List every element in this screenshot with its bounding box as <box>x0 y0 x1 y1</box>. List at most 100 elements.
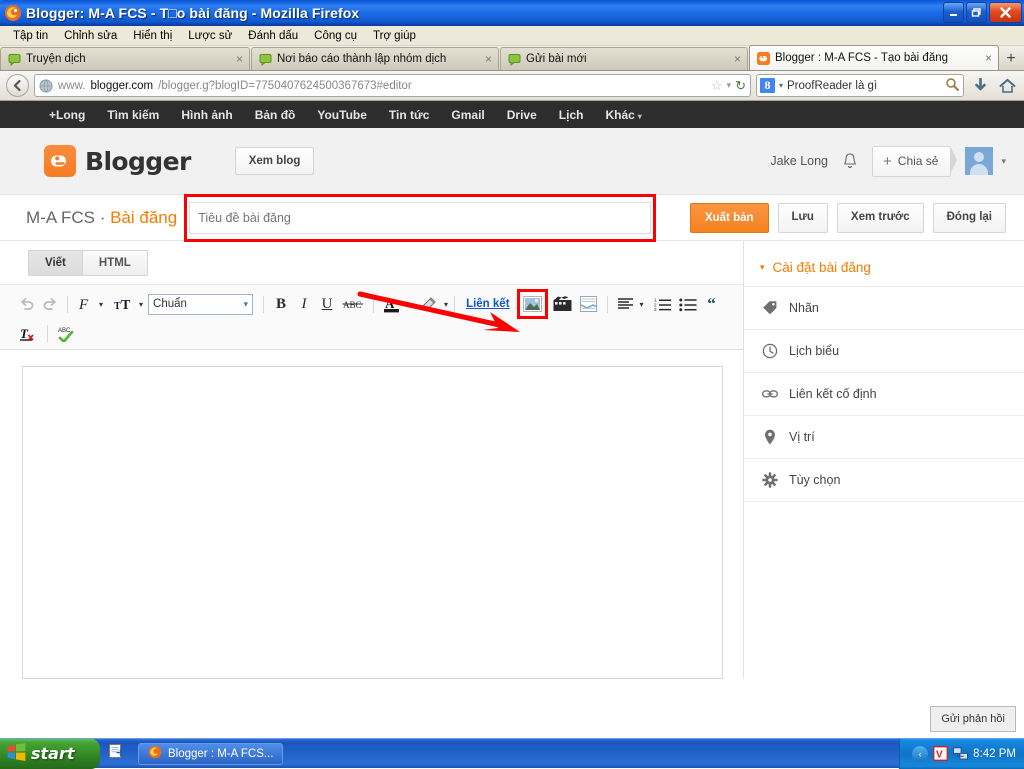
network-icon[interactable] <box>953 746 968 761</box>
show-hidden-icons-button[interactable]: ‹ <box>912 746 928 762</box>
chevron-down-icon[interactable]: ▾ <box>1001 156 1006 167</box>
bold-icon[interactable]: B <box>270 292 292 316</box>
gbar-item-youtube[interactable]: YouTube <box>306 108 378 122</box>
strikethrough-icon[interactable]: ABC <box>339 292 367 316</box>
post-settings-header[interactable]: ▾ Cài đặt bài đăng <box>744 251 1024 287</box>
bookmark-star-icon[interactable]: ☆ <box>711 78 723 94</box>
downloads-icon[interactable] <box>969 75 991 97</box>
chevron-down-icon[interactable]: ▾ <box>406 300 410 309</box>
italic-icon[interactable]: I <box>293 292 315 316</box>
gbar-item-maps[interactable]: Bản đồ <box>244 108 307 122</box>
blogger-logo[interactable]: Blogger <box>44 145 191 177</box>
browser-tab-label: Nơi báo cáo thành lập nhóm dịch <box>277 53 446 65</box>
post-body-editor[interactable] <box>22 366 723 679</box>
menu-item-view[interactable]: Hiển thị <box>126 28 179 44</box>
sidebar-item-location[interactable]: Vị trí <box>744 416 1024 459</box>
close-post-button[interactable]: Đóng lại <box>933 203 1006 233</box>
tab-close-icon[interactable]: × <box>985 51 992 65</box>
numbered-list-icon[interactable]: 123 <box>651 292 675 316</box>
gbar-item-calendar[interactable]: Lịch <box>548 108 595 122</box>
gbar-item-images[interactable]: Hình ảnh <box>170 108 243 122</box>
menu-item-help[interactable]: Trợ giúp <box>366 28 423 44</box>
align-icon[interactable] <box>614 292 637 316</box>
chevron-down-icon[interactable]: ▾ <box>99 300 103 309</box>
taskbar-item-firefox[interactable]: Blogger : M-A FCS... <box>138 743 283 765</box>
browser-tab-2[interactable]: Nơi báo cáo thành lập nhóm dịch × <box>251 47 499 70</box>
sidebar-item-schedule[interactable]: Lịch biểu <box>744 330 1024 373</box>
insert-image-icon[interactable] <box>520 292 545 316</box>
taskbar-clock[interactable]: 8:42 PM <box>973 748 1016 760</box>
insert-video-icon[interactable] <box>550 292 575 316</box>
gbar-item-drive[interactable]: Drive <box>496 108 548 122</box>
view-blog-button[interactable]: Xem blog <box>235 147 315 175</box>
text-color-icon[interactable]: A <box>380 292 403 316</box>
browser-tab-1[interactable]: Truyện dịch × <box>0 47 250 70</box>
url-bar[interactable]: www.blogger.com/blogger.g?blogID=7750407… <box>34 74 751 97</box>
chevron-down-icon[interactable]: ▾ <box>640 300 644 309</box>
spellcheck-icon[interactable]: ABC <box>54 321 80 345</box>
blockquote-icon[interactable]: “ <box>701 292 723 316</box>
editor-column: Viết HTML F ▾ TT ▾ Chuẩn ▾ <box>0 241 744 679</box>
paragraph-style-select[interactable]: Chuẩn ▾ <box>148 294 253 315</box>
font-size-icon[interactable]: TT <box>110 292 136 316</box>
send-feedback-button[interactable]: Gửi phản hồi <box>930 706 1016 732</box>
search-icon[interactable] <box>945 77 960 95</box>
page-icon <box>259 53 272 66</box>
gbar-item-news[interactable]: Tin tức <box>378 108 440 122</box>
browser-tab-3[interactable]: Gửi bài mới × <box>500 47 748 70</box>
search-input[interactable]: ProofReader là gì <box>787 80 877 92</box>
back-button[interactable] <box>6 74 29 97</box>
new-tab-button[interactable]: + <box>1000 48 1022 70</box>
close-button[interactable] <box>989 2 1022 23</box>
post-title-input[interactable] <box>189 202 651 234</box>
publish-button[interactable]: Xuất bản <box>690 203 769 233</box>
sidebar-item-labels[interactable]: Nhãn <box>744 287 1024 330</box>
tab-close-icon[interactable]: × <box>734 52 741 66</box>
menu-item-history[interactable]: Lược sử <box>181 28 239 44</box>
redo-icon[interactable] <box>39 292 61 316</box>
tab-html[interactable]: HTML <box>83 250 148 276</box>
firefox-menubar: Tập tin Chỉnh sửa Hiển thị Lược sử Đánh … <box>0 26 1024 46</box>
menu-item-file[interactable]: Tập tin <box>6 28 55 44</box>
restore-button[interactable] <box>966 2 987 23</box>
save-button[interactable]: Lưu <box>778 203 828 233</box>
chevron-down-icon[interactable]: ▾ <box>779 81 783 90</box>
font-family-icon[interactable]: F <box>74 292 96 316</box>
gbar-item-gmail[interactable]: Gmail <box>440 108 495 122</box>
bulleted-list-icon[interactable] <box>676 292 700 316</box>
quicklaunch-icon[interactable] <box>108 743 124 764</box>
share-button[interactable]: + Chia sẻ <box>872 146 951 177</box>
toolbar-separator <box>607 296 608 313</box>
insert-jump-break-icon[interactable] <box>576 292 601 316</box>
tab-compose[interactable]: Viết <box>28 250 83 276</box>
menu-item-tools[interactable]: Công cụ <box>307 28 364 44</box>
tab-close-icon[interactable]: × <box>485 52 492 66</box>
gbar-item-search[interactable]: Tìm kiếm <box>96 108 170 122</box>
preview-button[interactable]: Xem trước <box>837 203 924 233</box>
notification-bell-icon[interactable] <box>842 152 858 170</box>
undo-icon[interactable] <box>16 292 38 316</box>
underline-icon[interactable]: U <box>316 292 338 316</box>
remove-formatting-icon[interactable]: T <box>16 321 41 345</box>
tab-close-icon[interactable]: × <box>236 52 243 66</box>
sidebar-item-permalink[interactable]: Liên kết cố định <box>744 373 1024 416</box>
chevron-down-icon[interactable]: ▾ <box>727 80 732 91</box>
reload-icon[interactable]: ↻ <box>735 78 746 94</box>
menu-item-bookmarks[interactable]: Đánh dấu <box>241 28 305 44</box>
sidebar-item-options[interactable]: Tùy chọn <box>744 459 1024 502</box>
start-button[interactable]: start <box>0 739 100 769</box>
highlight-color-icon[interactable] <box>417 292 441 316</box>
insert-link-button[interactable]: Liên kết <box>461 298 514 310</box>
avatar[interactable] <box>965 147 993 175</box>
antivirus-icon[interactable]: V <box>933 746 948 761</box>
chevron-down-icon[interactable]: ▾ <box>139 300 143 309</box>
search-bar[interactable]: 8 ▾ ProofReader là gì <box>756 74 964 97</box>
minimize-button[interactable] <box>943 2 964 23</box>
menu-item-edit[interactable]: Chỉnh sửa <box>57 28 124 44</box>
breadcrumb-blog-name[interactable]: M-A FCS <box>26 208 95 227</box>
chevron-down-icon[interactable]: ▾ <box>444 300 448 309</box>
gbar-item-more[interactable]: Khác▾ <box>594 108 652 122</box>
gbar-item-plus-long[interactable]: +Long <box>38 108 96 122</box>
browser-tab-4-active[interactable]: Blogger : M-A FCS - Tạo bài đăng × <box>749 45 999 70</box>
home-icon[interactable] <box>996 75 1018 97</box>
